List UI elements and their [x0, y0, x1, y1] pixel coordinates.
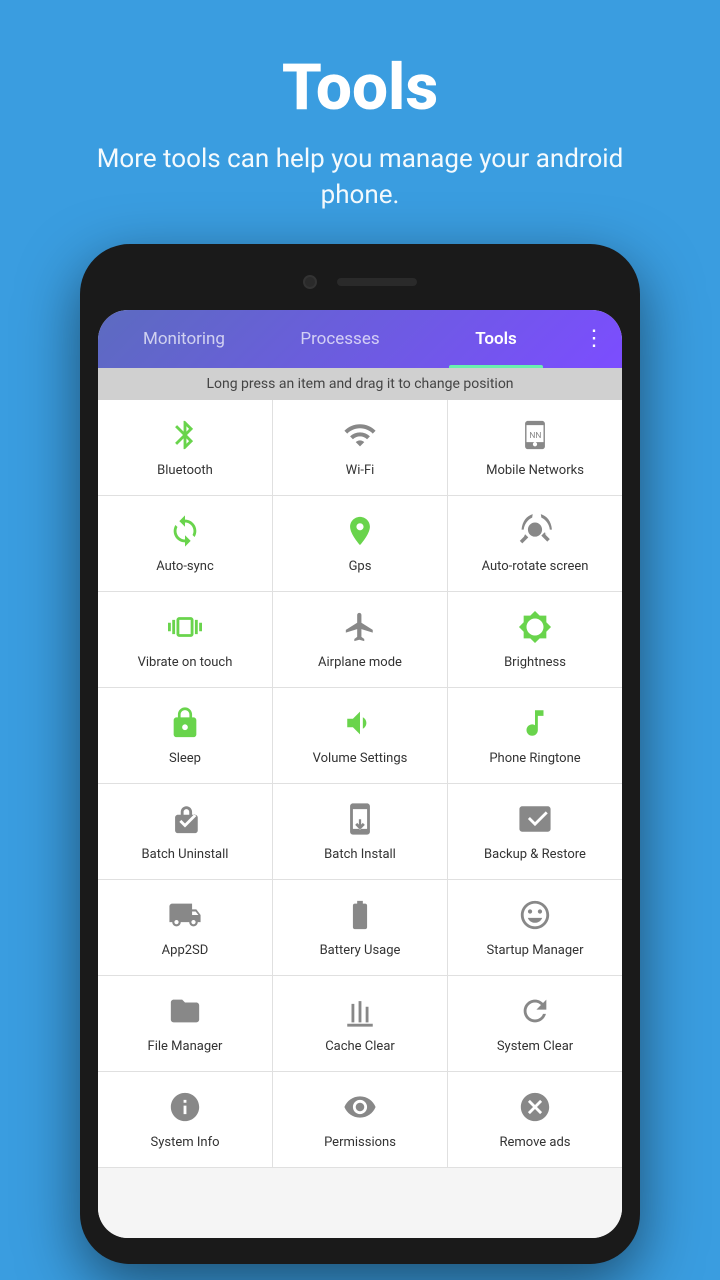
cell-label-system-clear: System Clear: [497, 1039, 573, 1056]
grid-row-5: App2SD Battery Usage Startup Manager: [98, 880, 622, 976]
cell-label-file-manager: File Manager: [148, 1039, 223, 1056]
page-subtitle: More tools can help you manage your andr…: [60, 141, 660, 214]
cell-mobile-networks[interactable]: NN Mobile Networks: [448, 400, 622, 495]
cell-sleep[interactable]: Sleep: [98, 688, 273, 783]
cell-label-mobile-networks: Mobile Networks: [486, 463, 584, 480]
phone-screen: Monitoring Processes Tools ⋮ Long press …: [98, 310, 622, 1238]
wifi-icon: [340, 415, 380, 455]
grid-row-4: Batch Uninstall Batch Install Backup & R…: [98, 784, 622, 880]
cell-label-brightness: Brightness: [504, 655, 566, 672]
cell-label-auto-rotate: Auto-rotate screen: [482, 559, 589, 576]
ringtone-icon: [515, 703, 555, 743]
cell-label-volume: Volume Settings: [313, 751, 408, 768]
cell-volume[interactable]: Volume Settings: [273, 688, 448, 783]
airplane-icon: [340, 607, 380, 647]
cell-wifi[interactable]: Wi-Fi: [273, 400, 448, 495]
file-manager-icon: [165, 991, 205, 1031]
grid-row-0: Bluetooth Wi-Fi NN Mobile Networks: [98, 400, 622, 496]
hint-bar: Long press an item and drag it to change…: [98, 368, 622, 400]
system-info-icon: [165, 1087, 205, 1127]
cell-ringtone[interactable]: Phone Ringtone: [448, 688, 622, 783]
cell-file-manager[interactable]: File Manager: [98, 976, 273, 1071]
gps-icon: [340, 511, 380, 551]
cell-brightness[interactable]: Brightness: [448, 592, 622, 687]
startup-icon: [515, 895, 555, 935]
svg-text:NN: NN: [529, 431, 541, 441]
cell-label-ringtone: Phone Ringtone: [489, 751, 580, 768]
cell-label-app2sd: App2SD: [162, 943, 209, 960]
grid-row-6: File Manager Cache Clear System Clear: [98, 976, 622, 1072]
tab-tools[interactable]: Tools: [418, 310, 574, 368]
cell-app2sd[interactable]: App2SD: [98, 880, 273, 975]
phone-notch: [98, 262, 622, 302]
volume-icon: [340, 703, 380, 743]
cell-label-gps: Gps: [349, 559, 372, 576]
cell-label-permissions: Permissions: [324, 1135, 396, 1152]
cell-label-bluetooth: Bluetooth: [157, 463, 213, 480]
cell-gps[interactable]: Gps: [273, 496, 448, 591]
cell-permissions[interactable]: Permissions: [273, 1072, 448, 1167]
remove-ads-icon: [515, 1087, 555, 1127]
sleep-icon: [165, 703, 205, 743]
bluetooth-icon: [165, 415, 205, 455]
grid-row-1: Auto-sync Gps Auto-rotate screen: [98, 496, 622, 592]
more-menu-button[interactable]: ⋮: [574, 326, 614, 351]
cell-label-system-info: System Info: [151, 1135, 220, 1152]
cell-cache-clear[interactable]: Cache Clear: [273, 976, 448, 1071]
phone-frame: Monitoring Processes Tools ⋮ Long press …: [80, 244, 640, 1264]
cell-label-remove-ads: Remove ads: [499, 1135, 570, 1152]
permissions-icon: [340, 1087, 380, 1127]
cell-system-info[interactable]: System Info: [98, 1072, 273, 1167]
cell-startup[interactable]: Startup Manager: [448, 880, 622, 975]
cell-label-batch-uninstall: Batch Uninstall: [142, 847, 229, 864]
cell-label-wifi: Wi-Fi: [346, 463, 375, 480]
cell-bluetooth[interactable]: Bluetooth: [98, 400, 273, 495]
vibrate-icon: [165, 607, 205, 647]
batch-uninstall-icon: [165, 799, 205, 839]
brightness-icon: [515, 607, 555, 647]
grid-row-3: Sleep Volume Settings Phone Ringtone: [98, 688, 622, 784]
cell-label-airplane: Airplane mode: [318, 655, 402, 672]
cell-label-sleep: Sleep: [169, 751, 201, 768]
backup-icon: [515, 799, 555, 839]
cell-label-batch-install: Batch Install: [324, 847, 396, 864]
tab-monitoring[interactable]: Monitoring: [106, 310, 262, 368]
auto-rotate-icon: [515, 511, 555, 551]
grid-row-2: Vibrate on touch Airplane mode Brightnes…: [98, 592, 622, 688]
cell-auto-sync[interactable]: Auto-sync: [98, 496, 273, 591]
cell-batch-install[interactable]: Batch Install: [273, 784, 448, 879]
cell-vibrate[interactable]: Vibrate on touch: [98, 592, 273, 687]
cell-system-clear[interactable]: System Clear: [448, 976, 622, 1071]
auto-sync-icon: [165, 511, 205, 551]
tab-processes[interactable]: Processes: [262, 310, 418, 368]
grid-row-7: System Info Permissions Remove ads: [98, 1072, 622, 1168]
cell-batch-uninstall[interactable]: Batch Uninstall: [98, 784, 273, 879]
mobile-networks-icon: NN: [515, 415, 555, 455]
cell-label-auto-sync: Auto-sync: [156, 559, 214, 576]
camera-icon: [303, 275, 317, 289]
cell-auto-rotate[interactable]: Auto-rotate screen: [448, 496, 622, 591]
tab-bar: Monitoring Processes Tools ⋮: [98, 310, 622, 368]
batch-install-icon: [340, 799, 380, 839]
cell-airplane[interactable]: Airplane mode: [273, 592, 448, 687]
header-section: Tools More tools can help you manage you…: [0, 0, 720, 244]
cell-label-backup: Backup & Restore: [484, 847, 586, 864]
cell-label-battery: Battery Usage: [320, 943, 401, 960]
tools-grid: Bluetooth Wi-Fi NN Mobile Networks: [98, 400, 622, 1238]
cell-remove-ads[interactable]: Remove ads: [448, 1072, 622, 1167]
speaker-icon: [337, 278, 417, 286]
page-title: Tools: [282, 50, 438, 125]
cell-label-vibrate: Vibrate on touch: [138, 655, 233, 672]
cache-clear-icon: [340, 991, 380, 1031]
cell-backup[interactable]: Backup & Restore: [448, 784, 622, 879]
battery-icon: [340, 895, 380, 935]
app2sd-icon: [165, 895, 205, 935]
cell-label-cache-clear: Cache Clear: [325, 1039, 395, 1056]
cell-label-startup: Startup Manager: [487, 943, 584, 960]
cell-battery[interactable]: Battery Usage: [273, 880, 448, 975]
system-clear-icon: [515, 991, 555, 1031]
phone-frame-wrapper: Monitoring Processes Tools ⋮ Long press …: [80, 244, 640, 1280]
